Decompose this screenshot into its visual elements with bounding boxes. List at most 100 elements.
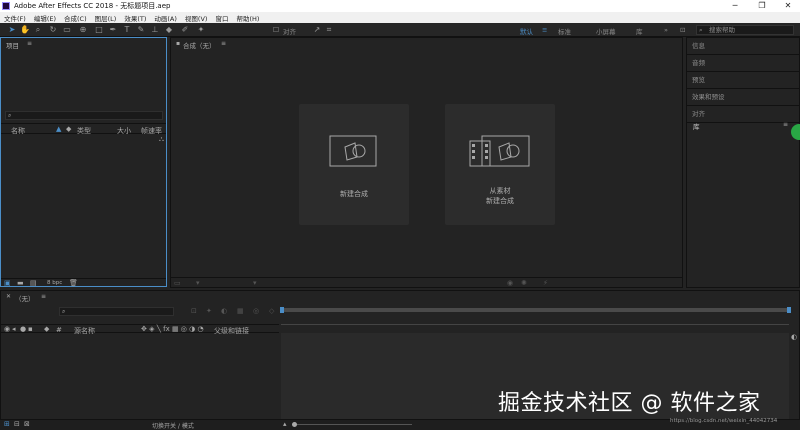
audio-switch-icon[interactable]: ◂	[12, 325, 16, 333]
new-composition-card[interactable]: 新建合成	[299, 104, 409, 225]
column-size[interactable]: 大小	[117, 126, 131, 136]
library-panel-title[interactable]: 库	[693, 121, 700, 131]
project-search-input[interactable]: ⌕	[5, 111, 163, 120]
timeline-zoom-slider-handle[interactable]	[292, 422, 297, 427]
column-type[interactable]: 类型	[77, 126, 91, 136]
source-name-column[interactable]: 源名称	[74, 326, 95, 336]
timeline-zoom-slider[interactable]	[292, 424, 412, 425]
menu-animation[interactable]: 动画(A)	[150, 13, 181, 23]
graph-editor-icon[interactable]: ◇	[269, 307, 274, 315]
pen-tool-icon[interactable]: ✒	[108, 25, 118, 35]
workspace-library[interactable]: 库	[636, 26, 643, 36]
audio-panel-tab[interactable]: 音频	[687, 55, 800, 72]
trash-icon[interactable]: 🗑	[69, 279, 78, 287]
effects-presets-panel-tab[interactable]: 效果和预设	[687, 89, 800, 106]
timeline-zoom-icon[interactable]: ◐	[791, 333, 797, 341]
menu-file[interactable]: 文件(F)	[0, 13, 30, 23]
frame-blending-icon[interactable]: ▦	[237, 307, 244, 315]
transfer-controls-icon[interactable]: ⊟	[14, 420, 20, 428]
menu-window[interactable]: 窗口	[211, 13, 232, 23]
composition-panel: ▪ 合成（无） ≡ 新建合成 从素材 新建合成 ▭ ▾ ▾ ◉ ✺ ⚡	[170, 37, 683, 288]
layer-switches-icon[interactable]: ⊞	[4, 420, 10, 428]
floating-badge-icon[interactable]	[791, 124, 800, 140]
camera-tool-icon[interactable]: ▭	[62, 25, 72, 35]
flowchart-icon[interactable]: ⛬	[159, 135, 164, 144]
search-help-input[interactable]: ⌕ 搜索帮助	[696, 25, 794, 35]
timeline-close-icon[interactable]: ✕	[6, 293, 11, 300]
magnification-icon[interactable]: ▾	[196, 279, 200, 287]
zoom-out-icon[interactable]: ▴	[283, 420, 287, 428]
brush-tool-icon[interactable]: ✎	[136, 25, 146, 35]
video-switch-icon[interactable]: ◉	[4, 325, 10, 333]
roto-brush-tool-icon[interactable]: ✐	[180, 25, 190, 35]
work-area-bar[interactable]	[281, 308, 789, 312]
column-name[interactable]: 名称	[11, 126, 25, 136]
zoom-tool-icon[interactable]: ⌕	[33, 25, 43, 35]
bpc-label[interactable]: 8 bpc	[47, 280, 62, 286]
workspace-small-screen[interactable]: 小屏幕	[596, 26, 616, 36]
shy-layers-icon[interactable]: ◐	[221, 307, 227, 315]
snap-icon[interactable]: ↗	[312, 25, 322, 35]
minimize-button[interactable]: ─	[723, 0, 747, 12]
switches-column-icons[interactable]: ✥ ◈ ╲ fx ▦ ◎ ◑ ◔	[141, 325, 204, 333]
channel-icon[interactable]: ✺	[521, 279, 527, 287]
library-menu-icon[interactable]: ≡	[783, 121, 788, 128]
label-column-icon[interactable]: ◆	[44, 325, 49, 333]
timeline-search-input[interactable]: ⌕	[59, 307, 174, 316]
menu-layer[interactable]: 图层(L)	[91, 13, 121, 23]
align-checkbox-icon[interactable]: ☐	[271, 25, 281, 35]
sort-up-icon[interactable]: ▲	[56, 125, 61, 133]
puppet-tool-icon[interactable]: ✦	[196, 25, 206, 35]
workspace-edit-icon[interactable]: ⊡	[680, 26, 685, 34]
work-area-start-handle[interactable]	[280, 307, 284, 313]
fast-preview-icon[interactable]: ⚡	[543, 279, 548, 287]
workspace-standard[interactable]: 标准	[558, 26, 571, 36]
comp-mini-flowchart-icon[interactable]: ⊡	[191, 307, 197, 315]
selection-tool-icon[interactable]: ➤	[7, 25, 17, 35]
info-panel-tab[interactable]: 信息	[687, 38, 800, 55]
time-ruler[interactable]	[281, 318, 789, 325]
timeline-tab-label[interactable]: （无）	[15, 293, 35, 303]
maximize-button[interactable]: ❐	[750, 0, 774, 12]
comp-lock-icon[interactable]: ▪	[176, 40, 180, 47]
new-folder-icon[interactable]: ▬	[17, 279, 24, 287]
eraser-tool-icon[interactable]: ◆	[164, 25, 174, 35]
timeline-menu-icon[interactable]: ≡	[41, 293, 46, 300]
motion-blur-icon[interactable]: ◎	[253, 307, 259, 315]
parent-link-column[interactable]: 父级和链接	[214, 326, 249, 336]
project-panel-title[interactable]: 项目	[6, 40, 19, 50]
workspace-more-icon[interactable]: »	[664, 26, 668, 34]
menu-effect[interactable]: 效果(T)	[120, 13, 150, 23]
new-comp-from-footage-card[interactable]: 从素材 新建合成	[445, 104, 555, 225]
menu-view[interactable]: 视图(V)	[181, 13, 212, 23]
mask-tool-icon[interactable]: □	[94, 25, 104, 35]
solo-switch-icon[interactable]: ●	[20, 325, 26, 333]
comp-tab-menu-icon[interactable]: ≡	[221, 40, 226, 47]
menu-composition[interactable]: 合成(C)	[60, 13, 91, 23]
draft-3d-icon[interactable]: ✦	[206, 307, 212, 315]
rotate-tool-icon[interactable]: ↻	[48, 25, 58, 35]
hand-tool-icon[interactable]: ✋	[20, 25, 30, 35]
snap-options-icon[interactable]: ⌗	[324, 25, 334, 35]
interpret-footage-icon[interactable]: ▣	[4, 279, 11, 287]
camera-icon[interactable]: ◉	[507, 279, 513, 287]
in-out-icon[interactable]: ⊠	[24, 420, 30, 428]
type-tool-icon[interactable]: T	[122, 25, 132, 35]
workspace-default[interactable]: 默认	[520, 26, 533, 36]
menu-help[interactable]: 帮助(H)	[232, 13, 263, 23]
preview-toggle-icon[interactable]: ▭	[174, 279, 181, 287]
new-composition-icon[interactable]: ▤	[30, 279, 37, 287]
resolution-icon[interactable]: ▾	[253, 279, 257, 287]
project-panel-menu-icon[interactable]: ≡	[27, 40, 32, 47]
comp-tab-label[interactable]: 合成（无）	[183, 40, 216, 50]
lock-switch-icon[interactable]: ▪	[28, 325, 33, 333]
toggle-switches-modes[interactable]: 切换开关 / 模式	[152, 421, 194, 430]
pan-behind-tool-icon[interactable]: ⊕	[78, 25, 88, 35]
workspace-default-menu-icon[interactable]: ≡	[542, 26, 547, 34]
menu-edit[interactable]: 编辑(E)	[30, 13, 60, 23]
clone-stamp-tool-icon[interactable]: ⊥	[150, 25, 160, 35]
work-area-end-handle[interactable]	[787, 307, 791, 313]
label-tag-icon[interactable]: ◆	[66, 125, 71, 133]
close-button[interactable]: ✕	[776, 0, 800, 12]
preview-panel-tab[interactable]: 预览	[687, 72, 800, 89]
